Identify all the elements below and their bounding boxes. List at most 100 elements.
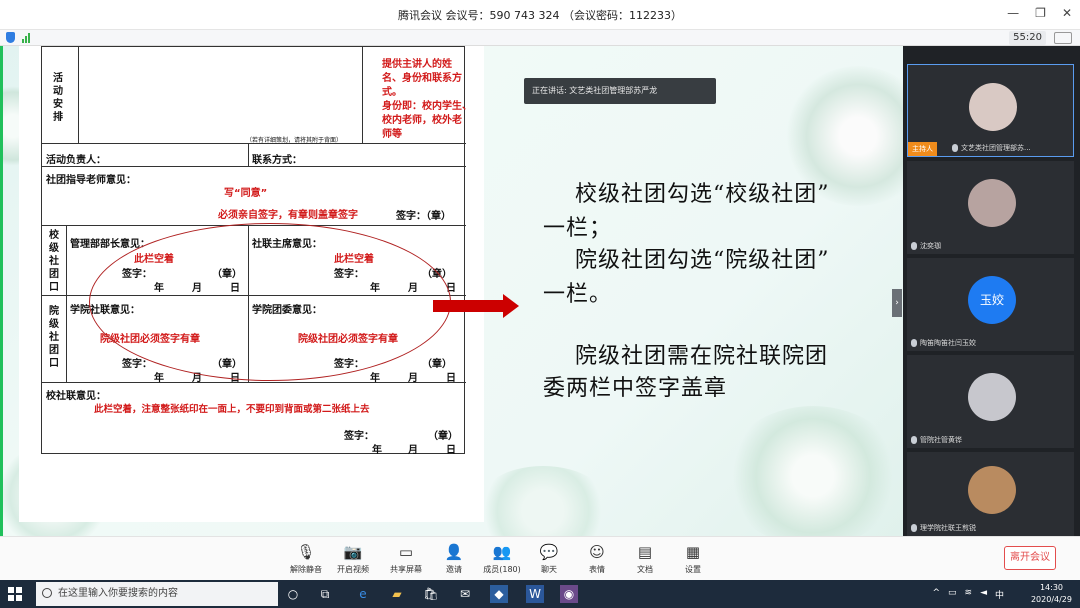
- meeting-toolbar: 🎙 解除静音 📷 开启视频 ▭ 共享屏幕 👤 邀请 👥 成员(180) 💬 聊天 ☺ 表情 ▤…: [0, 536, 1080, 580]
- store-icon[interactable]: 🛍: [422, 585, 440, 603]
- file-explorer-icon[interactable]: ▰: [388, 585, 406, 603]
- chat-button[interactable]: 💬 聊天: [527, 543, 571, 575]
- members-icon: 👥: [492, 543, 512, 561]
- bottom-note: 此栏空着，注意整张纸印在一面上，不要印到背面或第二张纸上去: [94, 404, 370, 415]
- taskbar-search-input[interactable]: 在这里输入你要搜索的内容: [36, 582, 278, 606]
- settings-button[interactable]: ▦ 设置: [671, 543, 715, 575]
- red-arrow-icon: [433, 294, 519, 318]
- advisor-sign-seal: 签字：（章）: [396, 211, 451, 222]
- security-shield-icon[interactable]: [6, 32, 15, 43]
- league-month: 月: [408, 373, 418, 384]
- activity-note: （若有详细策划，请将其附于背面）: [246, 137, 343, 144]
- unmute-button[interactable]: 🎙 解除静音: [284, 543, 328, 575]
- participant-tile[interactable]: 沈奕珈: [907, 161, 1074, 254]
- right-note-4: 身份即：校内学生、: [382, 101, 472, 112]
- battery-icon[interactable]: ▭: [948, 588, 957, 601]
- chevron-up-icon[interactable]: ^: [932, 588, 940, 601]
- share-screen-button[interactable]: ▭ 共享屏幕: [384, 543, 428, 575]
- minimize-icon[interactable]: —: [1007, 6, 1019, 20]
- league-seal: （章）: [422, 359, 452, 370]
- participant-panel: 主持人 文艺类社团管理部苏... 沈奕珈 玉姣 陶笛陶笛社闫玉姣 管院社管黄铧 …: [903, 46, 1080, 536]
- participant-tile[interactable]: 玉姣 陶笛陶笛社闫玉姣: [907, 258, 1074, 351]
- league-year: 年: [370, 373, 380, 384]
- mail-icon[interactable]: ✉: [456, 585, 474, 603]
- slide-line-2: 一栏；: [543, 216, 613, 241]
- docs-button[interactable]: ▤ 文档: [623, 543, 667, 575]
- video-button[interactable]: 📷 开启视频: [331, 543, 375, 575]
- participant-name: 沈奕珈: [920, 242, 941, 250]
- panel-collapse-icon[interactable]: ›: [892, 289, 902, 317]
- ime-indicator[interactable]: 中: [995, 588, 1004, 601]
- mic-muted-icon: 🎙: [296, 543, 316, 561]
- flower-decoration: [473, 466, 613, 536]
- mic-icon: [952, 144, 958, 152]
- right-note-6: 师等: [382, 129, 402, 140]
- activity-label: 活动安排: [53, 73, 63, 123]
- meeting-info-bar: [0, 30, 1080, 46]
- bottom-seal: （章）: [428, 431, 458, 442]
- invite-button[interactable]: 👤 邀请: [432, 543, 476, 575]
- advisor-label: 社团指导老师意见：: [46, 175, 136, 186]
- close-icon[interactable]: ✕: [1062, 6, 1072, 20]
- participant-name: 陶笛陶笛社闫玉姣: [920, 339, 976, 347]
- window-title: 腾讯会议 会议号：590 743 324 （会议密码：112233）: [398, 8, 682, 22]
- network-signal-icon: [22, 33, 30, 43]
- college-level-label: 院级社团口: [49, 306, 59, 369]
- wifi-icon[interactable]: ≋: [965, 588, 973, 601]
- reaction-button[interactable]: ☺ 表情: [575, 543, 619, 575]
- system-tray: ^ ▭ ≋ ◄ 中: [932, 588, 1004, 601]
- slide-line-5: 院级社团需在院社联院团: [575, 344, 829, 369]
- participant-tile[interactable]: 管院社管黄铧: [907, 355, 1074, 448]
- layout-toggle-icon[interactable]: [1054, 32, 1072, 44]
- slide-line-3: 院级社团勾选“院级社团”: [575, 248, 830, 273]
- add-user-icon: 👤: [444, 543, 464, 561]
- windows-start-icon[interactable]: [8, 587, 22, 601]
- advisor-note-agree: 写“同意”: [224, 188, 268, 199]
- app-icon[interactable]: ◉: [560, 585, 578, 603]
- right-note-1: 提供主讲人的姓: [382, 59, 452, 70]
- shared-screen: 活动安排 （若有详细策划，请将其附于背面） 提供主讲人的姓 名、身份和联系方 式…: [0, 46, 903, 536]
- edge-icon[interactable]: e: [354, 585, 372, 603]
- cortana-icon[interactable]: ○: [284, 585, 302, 603]
- participant-tile[interactable]: 主持人 文艺类社团管理部苏...: [907, 64, 1074, 157]
- restore-icon[interactable]: ❐: [1035, 6, 1046, 20]
- meeting-timer: 55:20: [1009, 31, 1046, 45]
- school-union-label: 校社联意见：: [46, 391, 106, 402]
- bottom-year: 年: [372, 445, 382, 456]
- window-titlebar: 腾讯会议 会议号：590 743 324 （会议密码：112233） — ❐ ✕: [0, 0, 1080, 30]
- members-button[interactable]: 👥 成员(180): [480, 543, 524, 575]
- leave-meeting-button[interactable]: 离开会议: [1004, 546, 1056, 570]
- avatar: 玉姣: [968, 276, 1016, 324]
- participant-tile[interactable]: 理学院社联王煎锐: [907, 452, 1074, 536]
- word-icon[interactable]: W: [526, 585, 544, 603]
- highlight-ellipse: [89, 223, 451, 381]
- mic-muted-icon: [911, 524, 917, 532]
- apps-grid-icon: ▦: [685, 543, 701, 561]
- league-day: 日: [446, 373, 456, 384]
- mic-muted-icon: [911, 436, 917, 444]
- task-view-icon[interactable]: ⧉: [316, 585, 334, 603]
- avatar: [969, 83, 1017, 131]
- school-level-label: 校级社团口: [49, 230, 59, 293]
- form-document: 活动安排 （若有详细策划，请将其附于背面） 提供主讲人的姓 名、身份和联系方 式…: [19, 46, 484, 522]
- bottom-day: 日: [446, 445, 456, 456]
- avatar: [968, 373, 1016, 421]
- document-icon: ▤: [637, 543, 653, 561]
- right-note-3: 式。: [382, 87, 402, 98]
- taskbar-clock[interactable]: 14:30 2020/4/29: [1031, 582, 1072, 606]
- bottom-month: 月: [408, 445, 418, 456]
- volume-icon[interactable]: ◄: [980, 588, 987, 601]
- contact-label: 联系方式：: [252, 155, 302, 166]
- search-icon: [42, 588, 52, 598]
- leader-label: 活动负责人：: [46, 155, 106, 166]
- advisor-note-sign: 必须亲自签字，有章则盖章签字: [218, 210, 358, 221]
- share-screen-icon: ▭: [398, 543, 414, 561]
- mic-muted-icon: [911, 242, 917, 250]
- tencent-meeting-icon[interactable]: ◆: [490, 585, 508, 603]
- slide-line-6: 委两栏中签字盖章: [543, 376, 728, 401]
- emoji-icon: ☺: [589, 543, 605, 561]
- participant-name: 文艺类社团管理部苏...: [961, 144, 1031, 152]
- host-badge: 主持人: [908, 142, 937, 156]
- right-note-2: 名、身份和联系方: [382, 73, 462, 84]
- slide-line-1: 校级社团勾选“校级社团”: [575, 182, 830, 207]
